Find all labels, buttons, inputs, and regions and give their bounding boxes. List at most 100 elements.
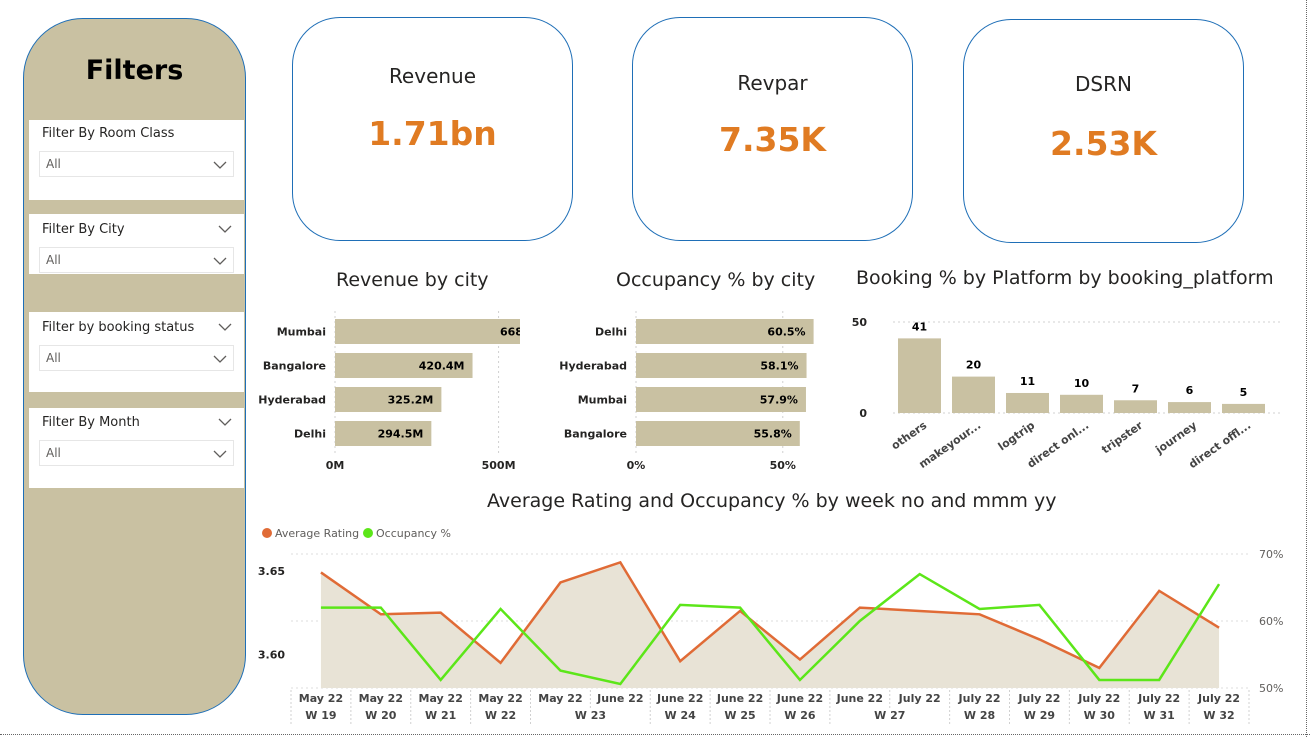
- x-week-label: W 31: [1144, 709, 1175, 722]
- x-month-label: June 22: [656, 692, 703, 705]
- filters-title: Filters: [85, 55, 184, 86]
- kpi-label: Revpar: [737, 71, 808, 95]
- chevron-down-icon[interactable]: [218, 320, 232, 334]
- data-label: 41: [912, 320, 927, 333]
- x-week-label: W 21: [425, 709, 456, 722]
- category-label: Bangalore: [263, 360, 326, 373]
- x-week-label: W 19: [305, 709, 336, 722]
- x-tick-label: 0%: [627, 459, 646, 472]
- chevron-down-icon: [213, 355, 227, 363]
- frame-border-bottom: [0, 734, 1310, 735]
- legend-label-average-rating: Average Rating: [275, 527, 359, 540]
- x-month-label: July 22: [1137, 692, 1180, 705]
- city-dropdown[interactable]: All: [39, 247, 234, 273]
- data-label: 11: [1020, 375, 1035, 388]
- y-left-tick-label: 3.65: [258, 565, 285, 578]
- booking-status-dropdown[interactable]: All: [39, 345, 234, 371]
- chevron-down-icon: [213, 257, 227, 265]
- data-label: 668.6M: [500, 326, 520, 339]
- kpi-card-revenue: Revenue 1.71bn: [292, 17, 573, 241]
- data-label: 325.2M: [388, 394, 434, 407]
- y-right-tick-label: 50%: [1259, 682, 1283, 695]
- x-week-label: W 25: [724, 709, 755, 722]
- x-week-label: W 24: [665, 709, 697, 722]
- x-month-label: July 22: [1017, 692, 1060, 705]
- bar: [335, 319, 520, 344]
- kpi-card-revpar: Revpar 7.35K: [632, 17, 913, 241]
- x-week-label: W 26: [784, 709, 816, 722]
- slicer-city: Filter By City All: [29, 214, 244, 274]
- kpi-label: DSRN: [1075, 72, 1132, 96]
- chevron-down-icon[interactable]: [218, 415, 232, 429]
- chevron-down-icon: [213, 161, 227, 169]
- slicer-label: Filter by booking status: [42, 320, 195, 335]
- data-label: 58.1%: [760, 360, 798, 373]
- bar: [1168, 402, 1211, 413]
- data-label: 6: [1186, 384, 1194, 397]
- data-label: 5: [1240, 386, 1248, 399]
- x-week-label: W 27: [874, 709, 905, 722]
- bar: [1006, 392, 1049, 413]
- x-week-label: W 30: [1084, 709, 1116, 722]
- bar: [898, 338, 941, 413]
- booking-by-platform-chart: 050 41others20makeyour...11logtrip10direc…: [852, 316, 1283, 471]
- slicer-label: Filter By Room Class: [42, 126, 175, 141]
- category-label: Mumbai: [277, 326, 326, 339]
- category-label: Hyderabad: [258, 394, 326, 407]
- data-label: 7: [1132, 382, 1140, 395]
- y-right-tick-label: 60%: [1259, 615, 1283, 628]
- frame-border-right: [1306, 0, 1307, 737]
- bar: [1060, 394, 1103, 413]
- x-month-label: May 22: [299, 692, 343, 705]
- data-label: 10: [1074, 377, 1090, 390]
- category-label: Hyderabad: [559, 360, 627, 373]
- y-right-tick-label: 70%: [1259, 548, 1283, 561]
- month-dropdown[interactable]: All: [39, 440, 234, 466]
- legend-marker-occupancy: [363, 528, 373, 538]
- x-month-label: June 22: [836, 692, 883, 705]
- slicer-label: Filter By City: [42, 222, 125, 237]
- bar: [1222, 403, 1265, 413]
- x-tick-label: 0M: [326, 459, 345, 472]
- bar: [1114, 400, 1157, 413]
- dropdown-value: All: [46, 253, 61, 267]
- x-month-label: June 22: [596, 692, 643, 705]
- slicer-month: Filter By Month All: [29, 408, 244, 488]
- revenue-by-city-chart: 0M 500M Mumbai 668.6M Bangalore 420.4M Hyderab…: [258, 311, 520, 472]
- x-month-label: July 22: [1197, 692, 1240, 705]
- kpi-label: Revenue: [388, 64, 477, 88]
- legend-label-occupancy: Occupancy %: [376, 527, 451, 540]
- kpi-card-dsrn: DSRN 2.53K: [963, 19, 1244, 243]
- room-class-dropdown[interactable]: All: [39, 151, 234, 177]
- y-tick-label: 50: [852, 316, 868, 329]
- data-label: 294.5M: [378, 428, 424, 441]
- slicer-booking-status: Filter by booking status All: [29, 312, 244, 392]
- chevron-down-icon[interactable]: [218, 222, 232, 236]
- slicer-room-class: Filter By Room Class All: [29, 120, 244, 200]
- rating-occupancy-chart: Average Rating Occupancy % 70% 60% 50% 3.65 3.…: [258, 527, 1283, 726]
- category-label: journey: [1152, 419, 1199, 457]
- x-week-label: W 22: [485, 709, 516, 722]
- data-label: 60.5%: [767, 326, 805, 339]
- x-week-label: W 20: [365, 709, 397, 722]
- x-month-label: July 22: [1077, 692, 1120, 705]
- x-month-label: June 22: [716, 692, 763, 705]
- category-label: Delhi: [595, 326, 627, 339]
- x-week-label: W 28: [964, 709, 995, 722]
- bar: [952, 376, 995, 413]
- x-month-label: May 22: [419, 692, 463, 705]
- chevron-down-icon: [213, 450, 227, 458]
- data-label: 20: [966, 359, 982, 372]
- dropdown-value: All: [46, 157, 61, 171]
- legend-marker-average-rating: [262, 528, 272, 538]
- category-label: tripster: [1099, 418, 1145, 456]
- x-month-label: May 22: [478, 692, 522, 705]
- y-tick-label: 0: [859, 407, 867, 420]
- category-label: logtrip: [996, 419, 1038, 454]
- x-month-label: June 22: [776, 692, 823, 705]
- x-month-label: May 22: [538, 692, 582, 705]
- occupancy-by-city-chart: 0% 50% Delhi 60.5% Hyderabad 58.1% Mumbai 57.9%…: [559, 311, 814, 472]
- kpi-value: 2.53K: [1050, 124, 1157, 163]
- dropdown-value: All: [46, 446, 61, 460]
- chart-title-revenue-by-city: Revenue by city: [336, 269, 489, 291]
